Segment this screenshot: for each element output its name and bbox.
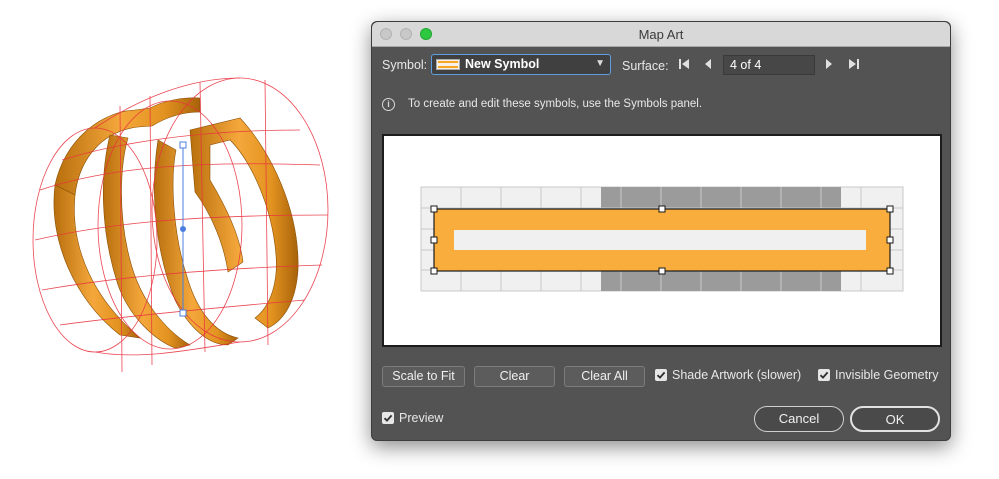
clear-all-button[interactable]: Clear All bbox=[564, 366, 645, 387]
symbol-placement-canvas[interactable] bbox=[382, 134, 942, 347]
skip-to-first-icon[interactable] bbox=[676, 55, 692, 73]
clear-button[interactable]: Clear bbox=[474, 366, 555, 387]
preview-checkbox[interactable] bbox=[382, 412, 394, 424]
invisible-geometry-label[interactable]: Invisible Geometry bbox=[835, 368, 939, 382]
anchor-point-bottom[interactable] bbox=[179, 309, 187, 317]
placed-symbol[interactable] bbox=[433, 208, 891, 272]
info-text: To create and edit these symbols, use th… bbox=[408, 98, 703, 110]
next-icon[interactable] bbox=[821, 55, 837, 73]
cancel-button[interactable]: Cancel bbox=[754, 406, 844, 432]
info-icon: i bbox=[382, 98, 395, 111]
symbol-swatch bbox=[436, 59, 460, 70]
previous-icon[interactable] bbox=[700, 55, 716, 73]
anchor-point-top[interactable] bbox=[179, 141, 187, 149]
preview-label[interactable]: Preview bbox=[399, 411, 443, 425]
3d-revolved-artwork[interactable] bbox=[0, 0, 360, 479]
title-bar: Map Art bbox=[372, 22, 950, 47]
map-art-dialog: Map Art Symbol: New Symbol ▼ Surface: 4 … bbox=[371, 21, 951, 441]
chevron-down-icon: ▼ bbox=[595, 58, 605, 69]
ok-button[interactable]: OK bbox=[850, 406, 940, 432]
checkmark-icon bbox=[819, 371, 829, 379]
skip-to-last-icon[interactable] bbox=[846, 55, 862, 73]
invisible-geometry-checkbox[interactable] bbox=[818, 369, 830, 381]
symbol-dropdown[interactable]: New Symbol ▼ bbox=[431, 54, 611, 75]
surface-field[interactable]: 4 of 4 bbox=[723, 55, 815, 75]
anchor-point-center[interactable] bbox=[180, 226, 186, 232]
surface-label: Surface: bbox=[622, 59, 669, 73]
checkmark-icon bbox=[656, 371, 666, 379]
surface-map-preview[interactable] bbox=[384, 136, 940, 345]
artwork-ribbon bbox=[53, 97, 299, 349]
symbol-value: New Symbol bbox=[465, 57, 540, 71]
symbol-label: Symbol: bbox=[382, 58, 428, 72]
shade-artwork-checkbox[interactable] bbox=[655, 369, 667, 381]
scale-to-fit-button[interactable]: Scale to Fit bbox=[382, 366, 465, 387]
shade-artwork-label[interactable]: Shade Artwork (slower) bbox=[672, 368, 801, 382]
dialog-title: Map Art bbox=[638, 27, 684, 42]
checkmark-icon bbox=[383, 414, 393, 422]
